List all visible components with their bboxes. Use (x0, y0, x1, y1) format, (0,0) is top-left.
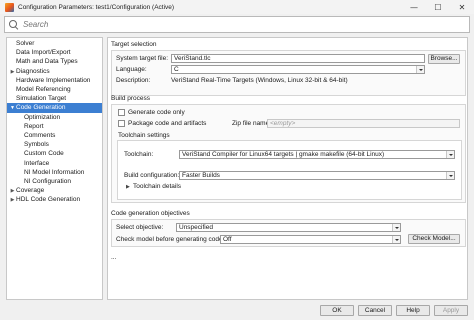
config-parameters-window: Configuration Parameters: test1/Configur… (0, 0, 474, 320)
tree-item-label: Symbols (24, 141, 49, 149)
package-code-checkbox[interactable] (118, 120, 125, 127)
build-configuration-label: Build configuration: (124, 172, 180, 179)
zip-file-field[interactable]: <empty> (267, 119, 460, 128)
tree-item-math-data-types[interactable]: Math and Data Types (7, 57, 102, 66)
build-process-title: Build process (111, 95, 151, 102)
tree-item-model-referencing[interactable]: Model Referencing (7, 85, 102, 94)
tree-item-diagnostics[interactable]: ▶ Diagnostics (7, 67, 102, 76)
tree-item-label: Code Generation (16, 104, 66, 112)
maximize-button[interactable]: ☐ (426, 0, 450, 14)
tree-item-label: NI Configuration (24, 178, 71, 185)
tree-item-interface[interactable]: Interface (7, 159, 102, 168)
tree-item-label: Diagnostics (16, 67, 50, 75)
description-value: VeriStand Real-Time Targets (Windows, Li… (171, 77, 348, 84)
select-objective-label: Select objective: (116, 224, 164, 231)
tree-item-comments[interactable]: Comments (7, 131, 102, 140)
cancel-button[interactable]: Cancel (358, 305, 392, 316)
tree-item-symbols[interactable]: Symbols (7, 140, 102, 149)
system-target-label: System target file: (116, 55, 169, 62)
tree-item-label: Report (24, 122, 44, 130)
select-objective-select[interactable]: Unspecified (176, 223, 401, 232)
objectives-group: Select objective: Unspecified Check mode… (111, 219, 466, 247)
tree-item-optimization[interactable]: Optimization (7, 113, 102, 122)
tree-item-ni-configuration[interactable]: NI Configuration (7, 177, 102, 186)
check-model-select[interactable]: Off (220, 235, 401, 244)
chevron-down-icon (446, 172, 454, 179)
build-configuration-select[interactable]: Faster Builds (179, 171, 455, 180)
tree-item-report[interactable]: Report (7, 122, 102, 131)
toolchain-settings-group: Toolchain: VeriStand Compiler for Linux6… (117, 140, 462, 200)
tree-item-code-generation[interactable]: ▼Code Generation (7, 103, 102, 113)
close-button[interactable]: ✕ (450, 0, 474, 14)
apply-button[interactable]: Apply (434, 305, 468, 316)
objectives-title: Code generation objectives (111, 210, 190, 217)
tree-item-label: Interface (24, 159, 50, 167)
check-model-value: Off (223, 236, 232, 243)
settings-panel: Target selection System target file: Ver… (107, 37, 468, 300)
matlab-logo-icon (5, 2, 14, 12)
select-objective-value: Unspecified (179, 224, 213, 231)
generate-code-only-label: Generate code only (128, 109, 185, 116)
tree-item-solver[interactable]: Solver (7, 39, 102, 48)
chevron-down-icon (392, 224, 400, 231)
language-select[interactable]: C (171, 65, 425, 74)
tree-item-simulation-target[interactable]: Simulation Target (7, 94, 102, 103)
tree-item-label: NI Model Information (24, 168, 85, 176)
system-target-field[interactable]: VeriStand.tlc (171, 54, 425, 63)
help-button[interactable]: Help (396, 305, 430, 316)
window-controls: — ☐ ✕ (402, 0, 474, 14)
search-input[interactable] (23, 20, 463, 29)
tree-item-label: Model Referencing (16, 86, 71, 93)
tree-item-label: Simulation Target (16, 95, 67, 103)
tree-item-custom-code[interactable]: Custom Code (7, 149, 102, 158)
search-bar (4, 16, 470, 33)
language-value: C (174, 66, 179, 73)
tree-item-data-import-export[interactable]: Data Import/Export (7, 48, 102, 57)
chevron-down-icon (416, 66, 424, 73)
tree-item-hdl-code-generation[interactable]: ▶ HDL Code Generation (7, 195, 102, 205)
tree-item-label: Coverage (16, 187, 45, 195)
chevron-down-icon (392, 236, 400, 243)
toolchain-details-toggle[interactable]: Toolchain details (133, 183, 181, 190)
toolchain-value: VeriStand Compiler for Linux64 targets |… (182, 151, 385, 158)
minimize-button[interactable]: — (402, 0, 426, 14)
ok-button[interactable]: OK (320, 305, 354, 316)
tree-item-ni-model-information[interactable]: NI Model Information (7, 168, 102, 177)
zip-file-label: Zip file name: (232, 120, 272, 127)
check-model-button[interactable]: Check Model... (408, 234, 460, 244)
expand-arrow-icon[interactable]: ▶ (9, 196, 16, 205)
chevron-down-icon (446, 151, 454, 158)
window-title: Configuration Parameters: test1/Configur… (18, 3, 175, 11)
language-label: Language: (116, 66, 147, 73)
build-process-group: Generate code only Package code and arti… (111, 104, 466, 203)
toolchain-select[interactable]: VeriStand Compiler for Linux64 targets |… (179, 150, 455, 159)
toolchain-settings-title: Toolchain settings (118, 132, 170, 139)
target-selection-group: System target file: VeriStand.tlc Browse… (111, 50, 466, 96)
tree-item-label: Hardware Implementation (16, 76, 91, 84)
search-icon (8, 19, 20, 31)
tree-item-coverage[interactable]: ▶ Coverage (7, 186, 102, 195)
tree-item-hardware-implementation[interactable]: Hardware Implementation (7, 76, 102, 85)
chevron-right-icon[interactable]: ▶ (126, 184, 130, 190)
tree-item-label: Solver (16, 40, 35, 47)
toolchain-label: Toolchain: (124, 151, 154, 158)
build-configuration-value: Faster Builds (182, 172, 220, 179)
description-label: Description: (116, 77, 151, 84)
target-selection-title: Target selection (111, 41, 157, 48)
category-tree: Solver Data Import/Export Math and Data … (6, 37, 103, 300)
tree-item-label: Data Import/Export (16, 49, 71, 57)
tree-item-label: Comments (24, 132, 56, 139)
generate-code-only-checkbox[interactable] (118, 109, 125, 116)
tree-item-label: Optimization (24, 113, 61, 121)
tree-item-label: Custom Code (24, 150, 64, 158)
tree-item-label: Math and Data Types (16, 58, 78, 66)
package-code-label: Package code and artifacts (128, 120, 207, 127)
check-model-label: Check model before generating code: (116, 236, 225, 243)
more-ellipsis: ... (111, 254, 117, 261)
tree-item-label: HDL Code Generation (16, 196, 81, 204)
title-bar: Configuration Parameters: test1/Configur… (0, 0, 474, 14)
browse-button[interactable]: Browse... (428, 53, 460, 64)
